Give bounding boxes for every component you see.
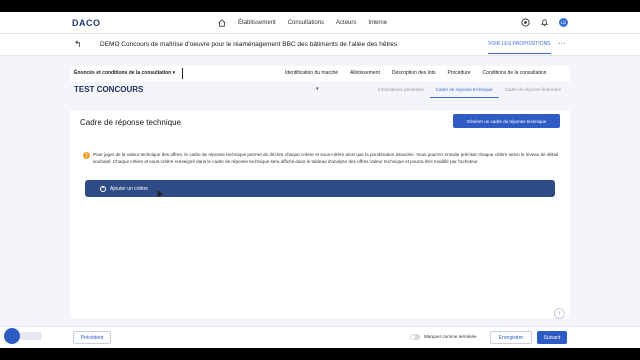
info-message: Pour juger de la valeur technique des of… xyxy=(93,152,558,164)
tab-informations-generales[interactable]: Informations générales xyxy=(372,82,430,98)
section-tab-allotissement[interactable]: Allotissement xyxy=(350,70,380,76)
next-button[interactable]: Suivant xyxy=(537,331,567,344)
section-tabs: Identification du marché Allotissement D… xyxy=(285,70,546,76)
section-tab-conditions[interactable]: Conditions de la consultation xyxy=(483,70,547,76)
main-nav: Établissement Consultations Acteurs Inte… xyxy=(218,12,387,34)
nav-link-etablissement[interactable]: Établissement xyxy=(238,20,276,26)
user-avatar[interactable]: LG xyxy=(559,18,568,27)
section-tab-identification[interactable]: Identification du marché xyxy=(285,70,338,76)
nav-actions: LG xyxy=(521,18,568,27)
help-icon[interactable] xyxy=(521,18,530,27)
lot-title: TEST CONCOURS xyxy=(74,85,144,94)
nav-link-consultations[interactable]: Consultations xyxy=(288,20,324,26)
section-tab-description-lots[interactable]: Description des lots xyxy=(392,70,436,76)
mark-done-toggle[interactable] xyxy=(410,334,420,340)
card-title: Cadre de réponse technique xyxy=(80,118,181,127)
add-criterion-label: Ajouter un critère xyxy=(110,185,149,192)
warning-icon: ! xyxy=(83,152,90,159)
chat-icon[interactable] xyxy=(4,328,20,344)
generate-framework-button[interactable]: Générer un cadre de réponse technique xyxy=(453,114,560,128)
mark-done-label: Marquer comme terminée xyxy=(424,334,477,339)
plus-icon: + xyxy=(100,185,106,192)
nav-link-interne[interactable]: Interne xyxy=(368,20,387,26)
lot-dropdown-icon[interactable]: ▾ xyxy=(316,86,319,92)
sub-tabs: Informations générales Cadre de réponse … xyxy=(372,82,567,98)
section-tab-procedure[interactable]: Procédure xyxy=(447,70,470,76)
home-icon[interactable] xyxy=(218,19,226,27)
section-selector[interactable]: Énoncés et conditions de la consultation… xyxy=(74,70,175,76)
view-proposals-link[interactable]: VOIR LES PROPOSITIONS xyxy=(488,41,551,54)
save-button[interactable]: Enregistrer xyxy=(490,331,532,344)
bell-icon[interactable] xyxy=(540,18,549,27)
consultation-titlebar: ↰ DEMO Concours de maîtrise d'oeuvre pou… xyxy=(0,34,640,56)
nav-link-acteurs[interactable]: Acteurs xyxy=(336,20,356,26)
scroll-to-top-button[interactable]: ↑ xyxy=(554,308,565,319)
top-navigation: DACO Établissement Consultations Acteurs… xyxy=(0,12,640,34)
tab-cadre-reponse-financiere[interactable]: Cadre de réponse financière xyxy=(499,82,568,98)
back-icon[interactable]: ↰ xyxy=(74,39,82,50)
tab-cadre-reponse-technique[interactable]: Cadre de réponse technique xyxy=(429,82,499,98)
more-options-icon[interactable]: ··· xyxy=(558,39,566,48)
text-caret xyxy=(182,68,183,79)
previous-button[interactable]: Précédent xyxy=(73,331,111,344)
footer-bar: Précédent Marquer comme terminée Enregis… xyxy=(0,326,640,348)
chat-widget-label[interactable] xyxy=(20,332,42,340)
app-logo: DACO xyxy=(72,18,101,28)
app-window: DACO Établissement Consultations Acteurs… xyxy=(0,12,640,348)
page-title: DEMO Concours de maîtrise d'oeuvre pour … xyxy=(100,41,398,48)
section-bar: Énoncés et conditions de la consultation… xyxy=(70,66,570,82)
technical-response-card: Cadre de réponse technique Générer un ca… xyxy=(70,110,570,318)
